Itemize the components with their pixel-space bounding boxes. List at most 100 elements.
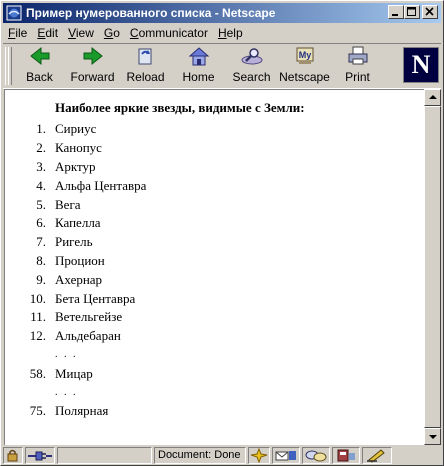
list-item-number: 6.	[36, 215, 46, 231]
list-item: 8. Процион	[5, 252, 405, 271]
list-item: 7. Ригель	[5, 233, 405, 252]
menu-view-label: iew	[75, 26, 94, 40]
menu-go[interactable]: Go	[99, 26, 125, 40]
menu-file[interactable]: File	[3, 26, 32, 40]
window-title: Пример нумерованного списка - Netscape	[26, 6, 276, 20]
connection-cell[interactable]	[25, 447, 55, 464]
list-item: 3. Арктур	[5, 158, 405, 177]
home-icon	[187, 45, 211, 67]
title-bar[interactable]: Пример нумерованного списка - Netscape	[3, 3, 441, 23]
scroll-thumb[interactable]	[424, 106, 441, 428]
netscape-logo[interactable]: N	[403, 47, 439, 83]
reload-button[interactable]: Reload	[119, 44, 172, 88]
list-item: 2. Канопус	[5, 139, 405, 158]
menu-file-label: ile	[15, 26, 28, 40]
list-item: 1. Сириус	[5, 120, 405, 139]
composer-component-cell[interactable]	[362, 447, 392, 464]
browser-window: Пример нумерованного списка - Netscape F…	[0, 0, 444, 466]
addressbook-component-cell[interactable]	[332, 447, 360, 464]
svg-text:My: My	[298, 50, 311, 60]
maximize-icon	[407, 7, 416, 16]
netscape-button[interactable]: My Netscape	[278, 44, 331, 88]
menu-communicator-mnemonic: C	[129, 26, 139, 40]
maximize-button[interactable]	[404, 5, 420, 19]
print-button[interactable]: Print	[331, 44, 384, 88]
menu-communicator-label: ommunicator	[138, 26, 208, 40]
forward-button[interactable]: Forward	[66, 44, 119, 88]
list-item-name: Арктур	[55, 158, 96, 174]
list-item-number: 9.	[36, 271, 46, 287]
list-item-number: 7.	[36, 234, 46, 250]
list-item-name: Ригель	[55, 234, 93, 250]
composer-icon	[367, 449, 385, 463]
scroll-up-button[interactable]	[424, 89, 441, 106]
list-item-name: Мицар	[55, 365, 93, 381]
vertical-scrollbar[interactable]	[424, 89, 441, 445]
list-item-number: 58.	[29, 365, 46, 381]
list-item-number: 10.	[29, 290, 46, 306]
list-ellipsis: . . .	[5, 346, 405, 365]
progress-cell	[57, 447, 152, 464]
menu-help[interactable]: Help	[213, 26, 248, 40]
arrow-up-icon	[429, 95, 437, 99]
status-text-cell: Document: Done	[154, 447, 246, 464]
scroll-down-button[interactable]	[424, 428, 441, 445]
list-item-name: Вега	[55, 196, 81, 212]
list-item-name: Канопус	[55, 140, 102, 156]
navigator-component-cell[interactable]	[248, 447, 270, 464]
menu-communicator[interactable]: Communicator	[125, 26, 213, 40]
back-arrow-icon	[28, 45, 52, 67]
list-ellipsis-text: . . .	[55, 349, 78, 361]
back-button[interactable]: Back	[13, 44, 66, 88]
back-label: Back	[26, 70, 53, 84]
security-lock-cell[interactable]	[3, 447, 23, 464]
list-item-name: Альфа Центавра	[55, 177, 147, 193]
page-content: Наиболее яркие звезды, видимые с Земли: …	[4, 89, 424, 445]
arrow-down-icon	[429, 435, 437, 439]
menu-go-mnemonic: G	[103, 26, 114, 40]
home-button[interactable]: Home	[172, 44, 225, 88]
reload-label: Reload	[126, 70, 165, 84]
list-item-number: 5.	[36, 196, 46, 212]
list-item-number: 1.	[36, 121, 46, 137]
close-icon	[425, 7, 434, 16]
printer-icon	[346, 45, 370, 67]
lock-icon	[7, 449, 18, 462]
forward-label: Forward	[70, 70, 115, 84]
star-list: 1. Сириус 2. Канопус 3. Арктур 4. Альфа Цент…	[5, 120, 405, 421]
menu-view-mnemonic: V	[68, 26, 76, 40]
netscape-portal-icon: My	[293, 45, 317, 67]
list-item-name: Капелла	[55, 215, 101, 231]
netscape-label: Netscape	[279, 70, 330, 84]
list-item-number: 8.	[36, 252, 46, 268]
list-item: 10. Бета Центавра	[5, 289, 405, 308]
menu-bar: File Edit View Go Communicator Help	[3, 24, 441, 42]
list-item-name: Ветельгейзе	[55, 309, 123, 325]
list-item-number: 4.	[36, 177, 46, 193]
list-item-name: Бета Центавра	[55, 290, 136, 306]
search-label: Search	[232, 70, 271, 84]
window-controls	[388, 5, 438, 19]
navigation-toolbar: Back Forward Reload Home Search My Netsc…	[3, 43, 441, 89]
menu-help-mnemonic: H	[217, 26, 227, 40]
minimize-button[interactable]	[388, 5, 404, 19]
search-button[interactable]: Search	[225, 44, 278, 88]
navigator-icon	[250, 447, 268, 464]
status-bar: Document: Done	[3, 446, 441, 465]
mail-icon	[275, 451, 296, 461]
list-ellipsis-text: . . .	[55, 387, 78, 399]
discussion-component-cell[interactable]	[302, 447, 330, 464]
page-heading: Наиболее яркие звезды, видимые с Земли:	[55, 100, 305, 115]
toolbar-grip-handle[interactable]	[3, 44, 13, 88]
close-button[interactable]	[422, 5, 438, 19]
list-item-number: 12.	[29, 328, 46, 344]
print-label: Print	[345, 70, 370, 84]
list-item-name: Сириус	[55, 121, 97, 137]
menu-go-label: o	[113, 26, 120, 40]
menu-view[interactable]: View	[63, 26, 99, 40]
list-ellipsis: . . .	[5, 383, 405, 402]
mail-component-cell[interactable]	[272, 447, 300, 464]
home-label: Home	[182, 70, 215, 84]
menu-edit[interactable]: Edit	[32, 26, 63, 40]
menu-edit-label: dit	[45, 26, 59, 40]
